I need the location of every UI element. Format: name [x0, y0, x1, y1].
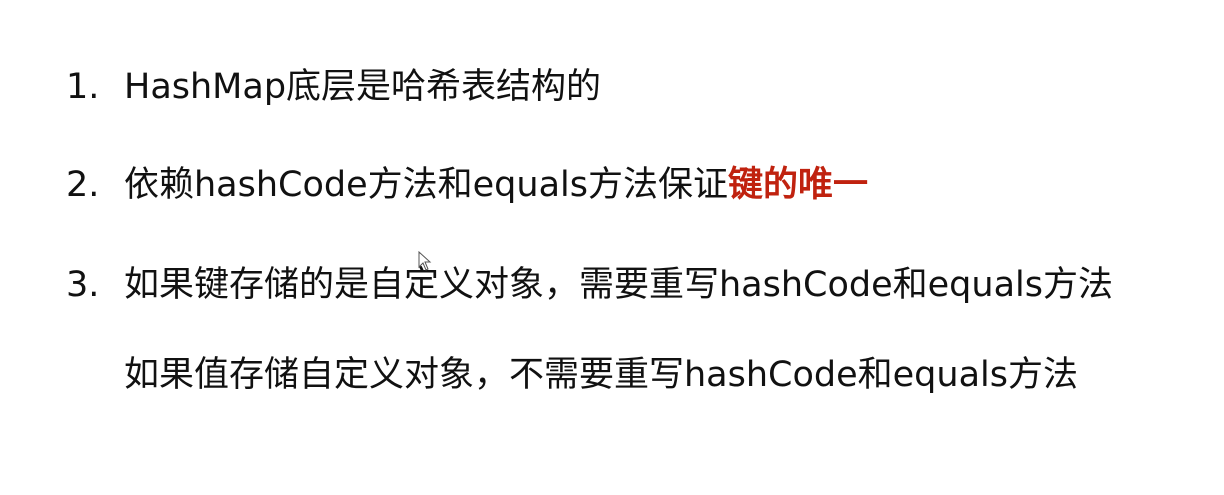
- list-item-3: 3. 如果键存储的是自定义对象，需要重写hashCode和equals方法: [66, 262, 1113, 308]
- list-number-3: 3.: [66, 265, 100, 305]
- list-number-1: 1.: [66, 67, 100, 107]
- arrow-pointer-icon: [418, 251, 432, 271]
- list-number-2: 2.: [66, 165, 100, 205]
- key-unique-highlight: 键的唯一: [728, 165, 869, 205]
- list-text-3: 如果键存储的是自定义对象，需要重写hashCode和equals方法: [124, 265, 1113, 305]
- list-item-2: 2. 依赖hashCode方法和equals方法保证 键的唯一: [66, 162, 868, 208]
- list-text-2: 依赖hashCode方法和equals方法保证: [124, 165, 728, 205]
- slide: 1. HashMap底层是哈希表结构的 2. 依赖hashCode方法和equa…: [0, 0, 1224, 495]
- list-item-3-continuation: 如果值存储自定义对象，不需要重写hashCode和equals方法: [124, 355, 1078, 395]
- list-text-1: HashMap底层是哈希表结构的: [124, 67, 602, 107]
- list-item-1: 1. HashMap底层是哈希表结构的: [66, 64, 601, 110]
